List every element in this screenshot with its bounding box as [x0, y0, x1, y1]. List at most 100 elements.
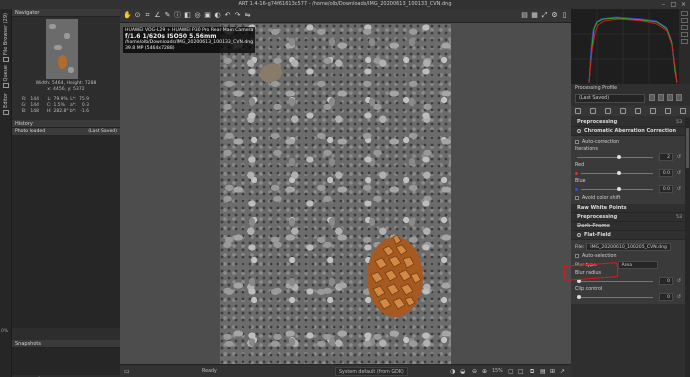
slider-knob[interactable] — [617, 187, 622, 191]
zoom-out-icon[interactable]: ⊖ — [472, 365, 477, 377]
snapshots-section: Snapshots — [12, 340, 120, 375]
auto-selection-label: Auto-selection — [582, 253, 617, 259]
preprocessing-header[interactable]: Preprocessing 53 — [571, 118, 685, 127]
navigator-thumbnail[interactable] — [46, 19, 78, 79]
tab-local-icon[interactable] — [634, 108, 641, 114]
settings-icon[interactable]: ⚙ — [550, 11, 559, 20]
reset-icon[interactable]: ↺ — [677, 154, 681, 160]
tab-editor[interactable]: Editor — [1, 93, 11, 115]
info-icon[interactable]: ⓘ — [173, 11, 182, 20]
navigator-header[interactable]: Navigator — [12, 9, 120, 17]
histogram-luma-toggle[interactable] — [681, 32, 688, 37]
iterations-slider[interactable]: 2 ↺ — [575, 153, 681, 162]
calculator-icon[interactable]: ▭ — [124, 365, 130, 377]
rotate-left-icon[interactable]: ↶ — [223, 11, 232, 20]
crop-icon[interactable]: ⌗ — [143, 11, 152, 20]
tab-metadata-icon[interactable] — [679, 108, 686, 114]
tab-raw-icon[interactable] — [664, 108, 671, 114]
blur-radius-value[interactable]: 0 — [659, 277, 673, 285]
layout-icon[interactable]: ▤ — [520, 11, 529, 20]
blue-slider[interactable]: 0.0 ↺ — [575, 185, 681, 194]
flip-icon[interactable]: ⇋ — [243, 11, 252, 20]
close-icon[interactable]: × — [680, 1, 687, 8]
maximize-icon[interactable]: □ — [670, 1, 677, 8]
before-after-icon[interactable]: ◧ — [183, 11, 192, 20]
softproof-icon[interactable]: ◑ — [450, 365, 455, 377]
preprocessing2-header[interactable]: Preprocessing 53 — [571, 213, 685, 222]
scrollbar-thumb[interactable] — [686, 128, 689, 168]
external-editor-icon[interactable]: ↗ — [560, 365, 565, 377]
white-balance-icon[interactable]: ⊙ — [133, 11, 142, 20]
profile-paste-button[interactable] — [658, 94, 664, 101]
power-icon[interactable] — [577, 233, 581, 237]
gamut-icon[interactable]: ◒ — [460, 365, 465, 377]
histogram-green-toggle[interactable] — [681, 18, 688, 23]
slider-knob[interactable] — [617, 171, 622, 175]
processing-profile-select[interactable]: (Last Saved) — [575, 94, 645, 103]
zoom-100-icon[interactable]: □ — [518, 365, 524, 377]
avoid-color-shift-checkbox[interactable]: Avoid color shift — [575, 194, 681, 202]
red-value[interactable]: 0.0 — [659, 169, 673, 177]
red-slider[interactable]: 0.0 ↺ — [575, 169, 681, 178]
history-item[interactable]: Photo loaded (Last Saved) — [12, 128, 120, 135]
tab-file-browser[interactable]: File Browser (29) — [1, 13, 11, 63]
hand-icon[interactable]: ✋ — [123, 11, 132, 20]
raw-white-points-title: Raw White Points — [577, 205, 627, 211]
profile-copy-button[interactable] — [649, 94, 655, 101]
history-item-value: (Last Saved) — [88, 129, 117, 134]
queue-add-icon[interactable]: ⊞ — [550, 365, 555, 377]
tool-panel-scrollbar[interactable] — [685, 118, 690, 377]
tab-favorites-icon[interactable] — [575, 108, 582, 114]
ca-correction-header[interactable]: Chromatic Aberration Correction — [571, 127, 685, 136]
iterations-value[interactable]: 2 — [659, 153, 673, 161]
histogram — [571, 9, 690, 84]
preview-mode-icon[interactable]: ◐ — [213, 11, 222, 20]
auto-selection-checkbox[interactable]: Auto-selection — [575, 252, 681, 260]
slider-knob[interactable] — [617, 155, 622, 159]
tool-panel-list: Preprocessing 53 Chromatic Aberration Co… — [571, 118, 685, 377]
histogram-mode-toggle[interactable] — [681, 39, 688, 44]
grid-icon[interactable]: ▦ — [530, 11, 539, 20]
panel-toggle-icon[interactable]: ▯ — [560, 11, 569, 20]
straighten-icon[interactable]: ∠ — [153, 11, 162, 20]
rotate-right-icon[interactable]: ↷ — [233, 11, 242, 20]
tab-exposure-icon[interactable] — [590, 108, 597, 114]
main-photo[interactable] — [220, 24, 451, 364]
editor-toolbar: ✋ ⊙ ⌗ ∠ ✎ ⓘ ◧ ◎ ▣ ◐ ↶ ↷ ⇋ ▤ ▦ ⤢ ⚙ ▯ — [120, 9, 571, 23]
reset-icon[interactable]: ↺ — [677, 170, 681, 176]
tab-details-icon[interactable] — [605, 108, 612, 114]
flat-field-header[interactable]: Flat-Field — [571, 231, 685, 240]
tab-transform-icon[interactable] — [649, 108, 656, 114]
monitor-profile-select[interactable]: System default (from GDK) — [335, 367, 408, 376]
snapshots-header[interactable]: Snapshots — [12, 340, 120, 348]
profile-save-button[interactable] — [676, 94, 682, 101]
new-window-icon[interactable]: ⧉ — [530, 365, 534, 377]
blue-value[interactable]: 0.0 — [659, 185, 673, 193]
flat-field-file-select[interactable]: IMG_20200610_100205_CVN.dng — [586, 243, 671, 251]
tab-color-icon[interactable] — [620, 108, 627, 114]
tab-queue[interactable]: Queue — [1, 65, 11, 89]
power-icon[interactable] — [577, 129, 581, 133]
clip-control-slider[interactable]: 0 ↺ — [575, 293, 681, 302]
fullscreen-icon[interactable]: ⤢ — [540, 11, 549, 20]
minimize-icon[interactable]: – — [660, 1, 667, 8]
clip-control-value[interactable]: 0 — [659, 293, 673, 301]
history-header[interactable]: History — [12, 120, 120, 128]
reset-icon[interactable]: ↺ — [677, 278, 681, 284]
raw-white-points-header[interactable]: Raw White Points — [571, 204, 685, 213]
zoom-in-icon[interactable]: ⊕ — [482, 365, 487, 377]
profile-load-button[interactable] — [667, 94, 673, 101]
color-picker-icon[interactable]: ✎ — [163, 11, 172, 20]
histogram-red-toggle[interactable] — [681, 11, 688, 16]
reset-icon[interactable]: ↺ — [677, 294, 681, 300]
blur-type-select[interactable]: Area — [617, 261, 658, 269]
histogram-blue-toggle[interactable] — [681, 25, 688, 30]
focus-mask-icon[interactable]: ◎ — [193, 11, 202, 20]
auto-correction-checkbox[interactable]: Auto-correction — [575, 138, 681, 146]
slider-knob[interactable] — [577, 295, 581, 299]
dark-frame-header[interactable]: Dark-Frame — [571, 222, 685, 231]
zoom-fit-icon[interactable]: ▢ — [508, 365, 514, 377]
reset-icon[interactable]: ↺ — [677, 186, 681, 192]
clipping-icon[interactable]: ▣ — [203, 11, 212, 20]
save-icon[interactable]: ▤ — [540, 365, 546, 377]
